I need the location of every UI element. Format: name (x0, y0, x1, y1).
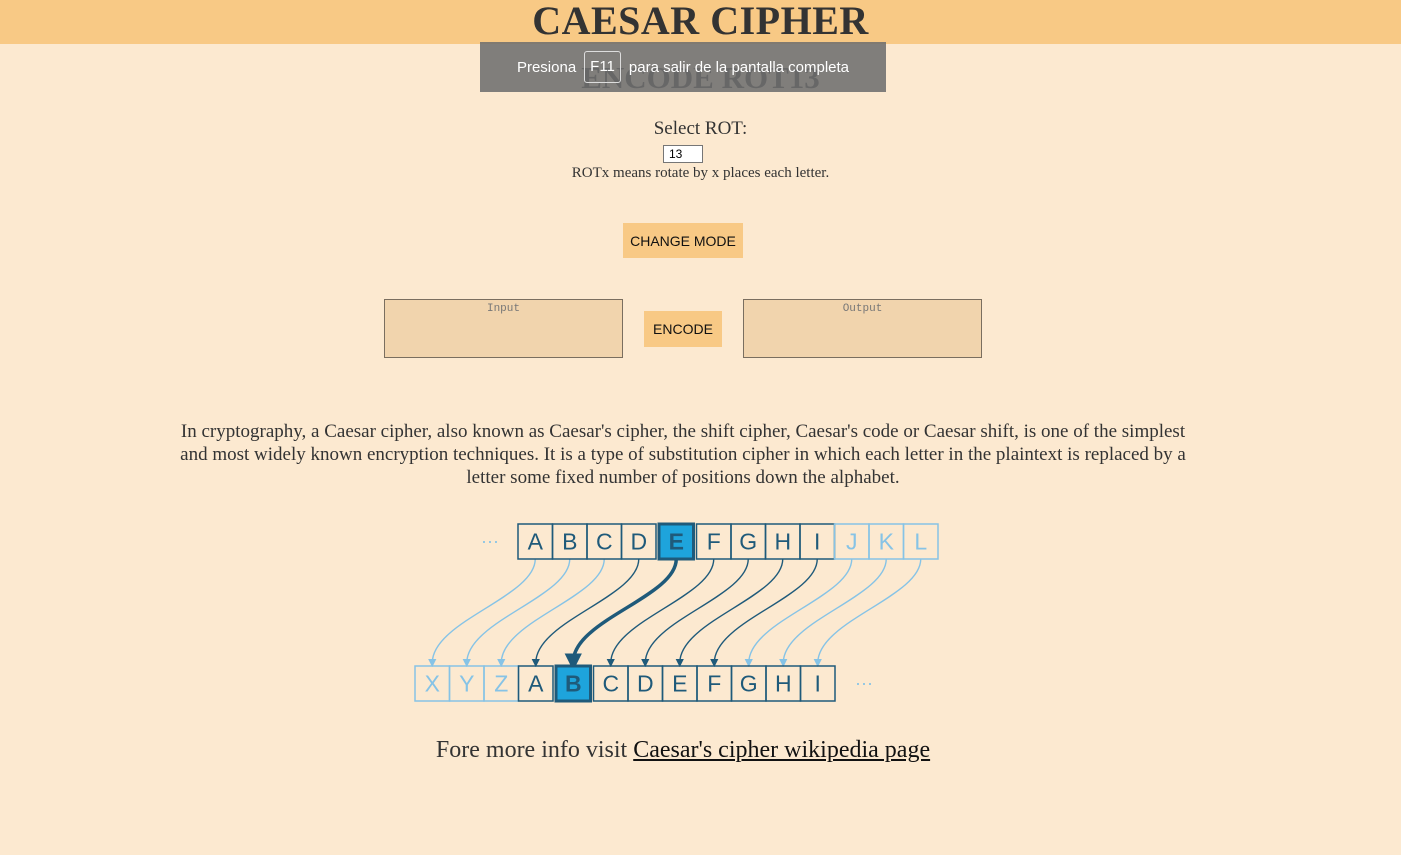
top-letter-i: I (814, 529, 820, 555)
top-letter-b: B (562, 529, 577, 555)
bottom-letter-x-0: X (425, 671, 440, 697)
bottom-letter-a-3: A (528, 671, 544, 697)
top-row-ellipsis: ··· (481, 531, 499, 551)
bottom-row-ellipsis: ··· (855, 673, 873, 693)
top-letter-c: C (596, 529, 613, 555)
input-textarea[interactable]: Input (384, 299, 623, 358)
shift-arrow-f (606, 558, 715, 668)
top-letter-j: J (846, 529, 858, 555)
top-letter-e: E (669, 529, 684, 555)
bottom-letter-g-9: G (740, 671, 758, 697)
encode-button[interactable]: ENCODE (644, 311, 722, 347)
f11-key-badge: F11 (584, 51, 621, 83)
fullscreen-notice: Presiona F11 para salir de la pantalla c… (480, 42, 886, 92)
change-mode-button[interactable]: CHANGE MODE (623, 223, 743, 258)
caesar-shift-diagram: ABCDEFGHIJKL XYZABCDEFGHI ··· ··· (414, 522, 939, 703)
bottom-letter-f-8: F (707, 671, 721, 697)
fullscreen-notice-suffix: para salir de la pantalla completa (628, 58, 850, 76)
description-paragraph: In cryptography, a Caesar cipher, also k… (180, 421, 1186, 488)
top-letter-h: H (774, 529, 791, 555)
bottom-letter-i-11: I (815, 671, 821, 697)
top-letter-l: L (914, 529, 927, 555)
bottom-letter-d-6: D (637, 671, 654, 697)
rot-label: Select ROT: (653, 118, 748, 139)
top-letter-d: D (630, 529, 647, 555)
bottom-letter-z-2: Z (494, 671, 508, 697)
more-info-text: Fore more info visit (435, 737, 628, 763)
wikipedia-link[interactable]: Caesar's cipher wikipedia page (633, 737, 930, 763)
page-title: CAESAR CIPHER (532, 0, 869, 43)
top-letter-f: F (707, 529, 721, 555)
output-textarea[interactable]: Output (743, 299, 982, 358)
bottom-letter-c-5: C (602, 671, 619, 697)
bottom-letter-b-4: B (565, 671, 582, 697)
bottom-letter-y-1: Y (459, 671, 474, 697)
fullscreen-notice-prefix: Presiona (516, 58, 577, 76)
rot-help-text: ROTx means rotate by x places each lette… (571, 165, 830, 181)
shift-arrow-a (428, 558, 536, 668)
more-info: Fore more info visit Caesar's cipher wik… (0, 737, 1366, 764)
bottom-letter-e-7: E (672, 671, 687, 697)
top-letter-k: K (879, 529, 895, 555)
bottom-letter-h-10: H (775, 671, 792, 697)
top-letter-a: A (528, 529, 544, 555)
rot-number-input[interactable] (663, 145, 703, 163)
header-bar: CAESAR CIPHER (0, 0, 1401, 44)
top-letter-g: G (739, 529, 757, 555)
